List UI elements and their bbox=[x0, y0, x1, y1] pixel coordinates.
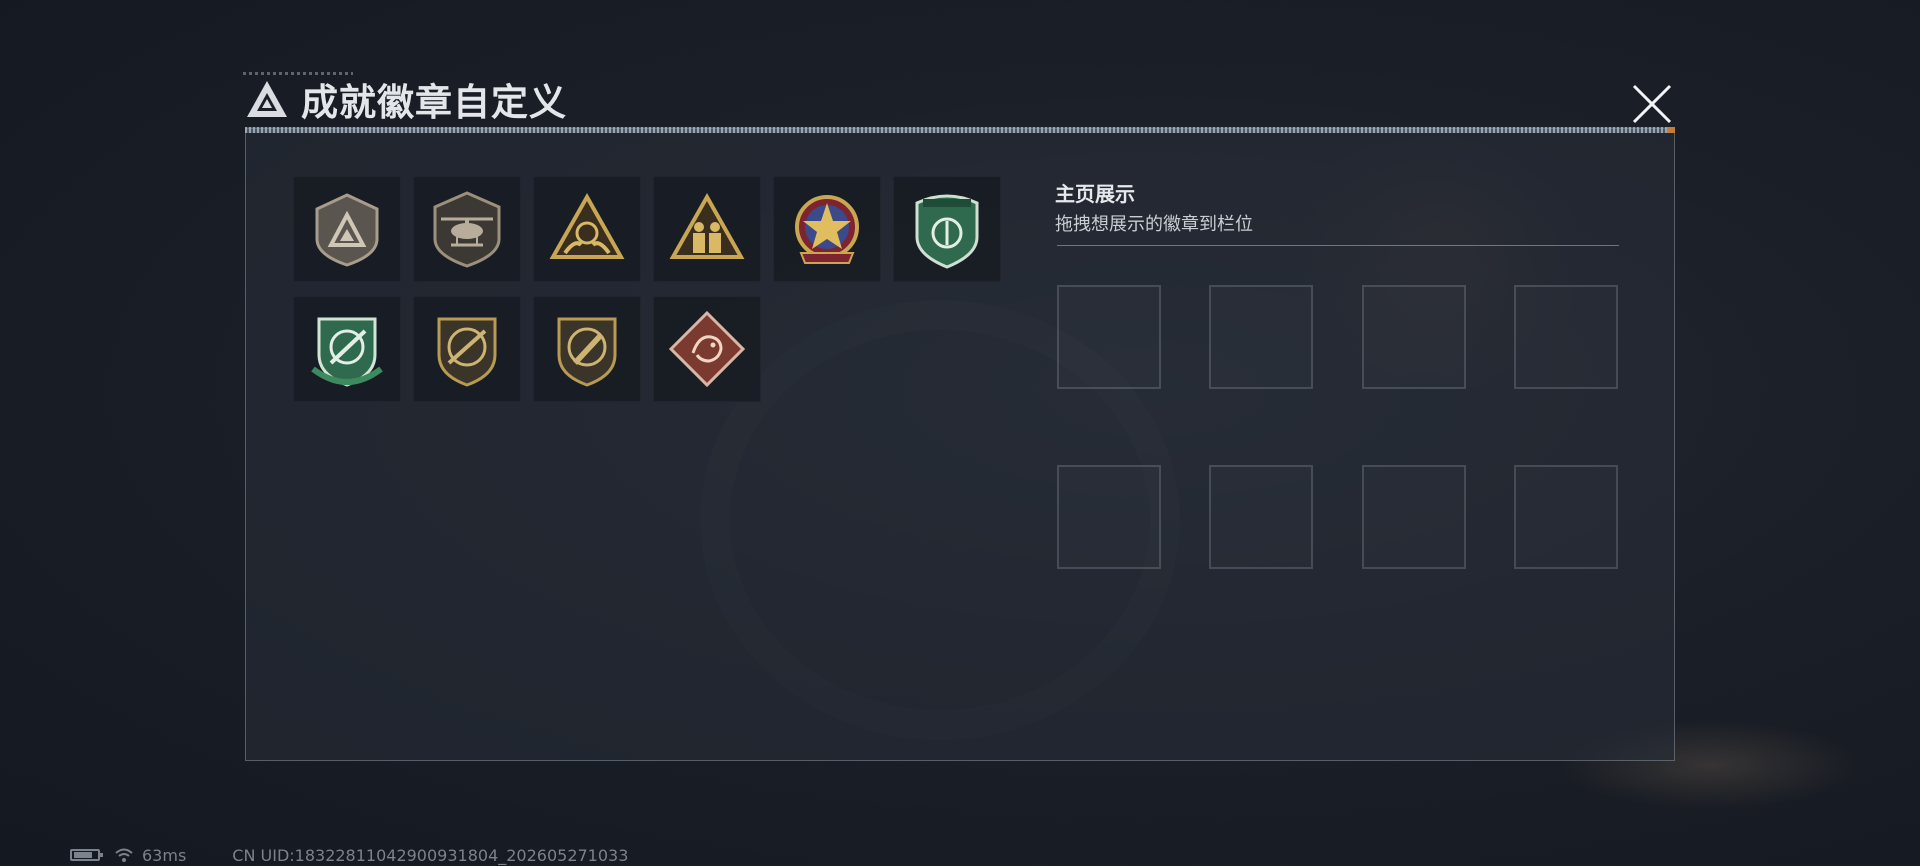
badge-slot[interactable] bbox=[293, 176, 401, 282]
badge-slot[interactable] bbox=[653, 296, 761, 402]
display-slot[interactable] bbox=[1362, 285, 1466, 389]
display-slot[interactable] bbox=[1057, 285, 1161, 389]
display-slot[interactable] bbox=[1514, 285, 1618, 389]
badge-slot[interactable] bbox=[413, 176, 521, 282]
gold-triangle-hands-badge-icon bbox=[549, 192, 625, 259]
rifle-crosshair-badge-icon bbox=[437, 317, 497, 387]
knife-crosshair-badge-icon bbox=[557, 317, 617, 387]
badge-slot[interactable] bbox=[413, 296, 521, 402]
green-shield-badge-icon bbox=[915, 194, 979, 269]
badge-slot[interactable] bbox=[293, 296, 401, 402]
helicopter-shield-badge-icon bbox=[433, 191, 501, 268]
display-slot[interactable] bbox=[1209, 465, 1313, 569]
ping-text: 63ms bbox=[142, 845, 187, 865]
dragon-diamond-badge-icon bbox=[668, 310, 746, 388]
gold-triangle-soldiers-badge-icon bbox=[669, 192, 745, 259]
display-slot[interactable] bbox=[1209, 285, 1313, 389]
green-crosshair-rifle-badge-icon bbox=[311, 317, 383, 387]
badge-slot[interactable] bbox=[893, 176, 1001, 282]
display-slot[interactable] bbox=[1362, 465, 1466, 569]
divider bbox=[1057, 245, 1619, 246]
triangle-shield-badge-icon bbox=[315, 193, 379, 267]
display-slot[interactable] bbox=[1057, 465, 1161, 569]
badge-slot[interactable] bbox=[533, 176, 641, 282]
badge-slot[interactable] bbox=[773, 176, 881, 282]
wifi-icon bbox=[115, 848, 133, 862]
status-bar: 63ms CN UID:18322811042900931804_2026052… bbox=[70, 844, 628, 866]
uid-text: CN UID:18322811042900931804_202605271033 bbox=[232, 845, 629, 865]
showcase-subtitle: 拖拽想展示的徽章到栏位 bbox=[1055, 214, 1253, 235]
display-slot[interactable] bbox=[1514, 465, 1618, 569]
star-medallion-badge-icon bbox=[795, 195, 859, 264]
badge-slot[interactable] bbox=[653, 176, 761, 282]
window-title-bar: 成就徽章自定义 bbox=[245, 74, 567, 124]
battery-icon bbox=[70, 849, 103, 861]
badge-slot[interactable] bbox=[533, 296, 641, 402]
panel-top-stripe bbox=[245, 127, 1675, 133]
delta-logo-icon bbox=[247, 81, 287, 117]
window-title: 成就徽章自定义 bbox=[301, 81, 567, 124]
showcase-title: 主页展示 bbox=[1055, 182, 1135, 206]
close-icon[interactable] bbox=[1628, 80, 1676, 128]
